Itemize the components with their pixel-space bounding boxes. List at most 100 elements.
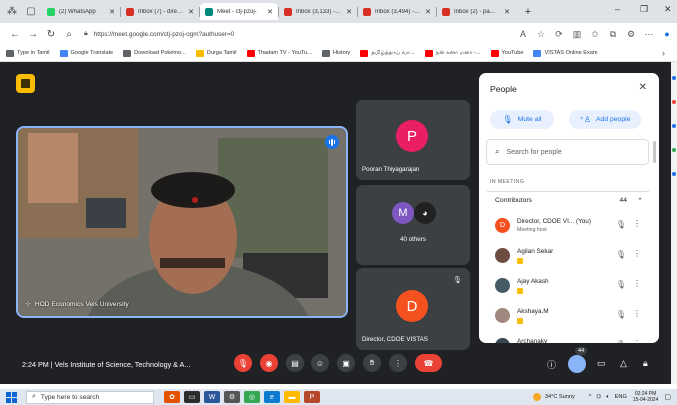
participant-row[interactable]: Archanaky 🎙︎ ⋮ <box>487 333 649 343</box>
collections-icon[interactable]: ⧉ <box>604 29 622 40</box>
notifications-icon[interactable]: ▢ <box>664 393 671 401</box>
refresh-icon[interactable]: ⟳ <box>550 29 568 40</box>
clock[interactable]: 02:24 PM 15-04-2024 <box>633 391 659 403</box>
sidebar-app-icon[interactable] <box>672 100 676 104</box>
more-options-button[interactable]: ⋮ <box>389 354 407 372</box>
bookmark-item[interactable]: Thadam TV - YouTu... <box>246 49 312 57</box>
workspaces-icon[interactable]: ▢ <box>24 5 38 19</box>
tab-close-icon[interactable]: ✕ <box>109 8 115 16</box>
bookmark-item[interactable]: Type in Tamil <box>6 49 50 57</box>
volume-icon[interactable]: 🔈︎ <box>606 394 609 401</box>
reload-icon[interactable]: ↻ <box>42 29 60 40</box>
participant-tile[interactable]: 🎙︎ D Director, CDOE VISTAS <box>356 268 470 350</box>
tab-close-icon[interactable]: ✕ <box>267 8 273 16</box>
participant-row[interactable]: Agilan Sekar 🎙︎ ⋮ <box>487 243 649 273</box>
bookmark-item[interactable]: தமிழ்த்தாய் வா... <box>360 49 415 57</box>
chrome-icon[interactable]: ◎ <box>244 391 260 403</box>
read-aloud-icon[interactable]: A <box>514 29 532 39</box>
news-app-icon[interactable]: ✿ <box>164 391 180 403</box>
search-icon[interactable]: ⌕ <box>60 29 78 40</box>
mic-off-button[interactable]: 🎙︎ <box>234 354 252 372</box>
search-people-input[interactable]: ⌕ Search for people <box>486 139 649 165</box>
forward-icon[interactable]: → <box>24 29 42 40</box>
more-options-icon[interactable]: ⋮ <box>633 309 641 318</box>
language-indicator[interactable]: ENG <box>615 394 627 400</box>
participant-row[interactable]: D Director, CDOE VI... (You) Meeting host 🎙… <box>487 213 649 243</box>
task-view-icon[interactable]: ▭ <box>184 391 200 403</box>
tab-close-icon[interactable]: ✕ <box>425 8 431 16</box>
settings-icon[interactable]: ⚙ <box>224 391 240 403</box>
minimize-icon[interactable]: – <box>615 4 620 14</box>
pin-icon[interactable]: ⊹ <box>25 300 31 308</box>
network-icon[interactable]: ⌬ <box>596 394 601 400</box>
bookmarks-overflow-icon[interactable]: › <box>662 48 665 58</box>
word-icon[interactable]: W <box>204 391 220 403</box>
tab-item[interactable]: Inbox (3,133) - pams ✕ <box>279 3 357 20</box>
bookmark-item[interactable]: நன் கனா மனா -... <box>424 49 481 57</box>
powerpoint-icon[interactable]: P <box>304 391 320 403</box>
raise-hand-button[interactable]: ✋︎ <box>363 354 381 372</box>
tab-close-icon[interactable]: ✕ <box>504 8 510 16</box>
mute-all-button[interactable]: 🎙︎ Mute all <box>490 110 554 129</box>
restore-icon[interactable]: ❐ <box>640 4 648 15</box>
tab-item[interactable]: Inbox (3,494) - drdus✕ <box>358 3 436 20</box>
more-options-icon[interactable]: ⋮ <box>633 219 641 228</box>
tab-close-icon[interactable]: ✕ <box>346 8 352 16</box>
participant-row[interactable]: Ajay Akash 🎙︎ ⋮ <box>487 273 649 303</box>
more-options-icon[interactable]: ⋮ <box>633 339 641 343</box>
new-tab-button[interactable]: + <box>521 6 535 18</box>
more-menu-icon[interactable]: ⋯ <box>640 29 658 40</box>
emoji-button[interactable]: ☺ <box>311 354 329 372</box>
url-field[interactable]: 🔒︎ https://meet.google.com/ctj-pzoj-ogm?… <box>84 26 514 42</box>
mic-off-icon[interactable]: 🎙︎ <box>616 220 626 229</box>
weather-widget[interactable]: 34°C Sunny <box>532 393 575 401</box>
copilot-icon[interactable]: ● <box>658 29 676 39</box>
chevron-up-icon[interactable]: ⌃ <box>637 197 643 205</box>
camera-off-button[interactable]: ◉ <box>260 354 278 372</box>
close-window-icon[interactable]: ✕ <box>664 4 672 15</box>
participant-tile[interactable]: P Pooran Thiyagarajan <box>356 100 470 180</box>
sidebar-app-icon[interactable] <box>672 172 676 176</box>
bookmark-item[interactable]: Download Pokémo... <box>123 49 186 57</box>
mic-off-icon[interactable]: 🎙︎ <box>616 280 626 289</box>
panel-scrollbar[interactable] <box>653 141 656 163</box>
chat-icon[interactable]: ▭ <box>597 358 606 369</box>
extensions-icon[interactable]: ⚙ <box>622 29 640 40</box>
mic-off-icon[interactable]: 🎙︎ <box>616 340 626 343</box>
end-call-button[interactable]: ☎︎ <box>415 354 442 372</box>
people-button[interactable] <box>568 355 586 373</box>
tab-actions-icon[interactable]: ⁂ <box>5 5 19 19</box>
favorite-star-icon[interactable]: ☆ <box>532 29 550 40</box>
start-button[interactable] <box>4 390 18 404</box>
host-controls-icon[interactable] <box>16 74 35 93</box>
bookmark-item[interactable]: Durga Tamil <box>195 49 237 57</box>
mic-off-icon[interactable]: 🎙︎ <box>616 310 626 319</box>
host-lock-icon[interactable]: 🔒︎ <box>643 358 648 369</box>
bookmark-item[interactable]: YouTube <box>490 49 523 57</box>
add-people-button[interactable]: ⁺♙ Add people <box>569 110 641 129</box>
sidebar-app-icon[interactable] <box>672 124 676 128</box>
favorites-icon[interactable]: ✩ <box>586 29 604 40</box>
split-screen-icon[interactable]: ▥ <box>568 29 586 40</box>
info-icon[interactable]: ⓘ <box>547 358 556 371</box>
tab-item[interactable]: (2) WhatsApp ✕ <box>42 3 120 20</box>
close-icon[interactable]: ✕ <box>639 82 647 93</box>
bookmark-item[interactable]: History <box>321 49 350 57</box>
bookmark-item[interactable]: Google Translate <box>59 49 113 57</box>
participant-row[interactable]: Akshaya.M 🎙︎ ⋮ <box>487 303 649 333</box>
taskbar-search-input[interactable]: ⌕ Type here to search <box>26 390 154 404</box>
mic-off-icon[interactable]: 🎙︎ <box>616 250 626 259</box>
file-explorer-icon[interactable]: ▬ <box>284 391 300 403</box>
bookmark-item[interactable]: VISTAS Online Exam <box>533 49 598 57</box>
tab-item[interactable]: Inbox (2) - pams197 ✕ <box>437 3 515 20</box>
others-tile[interactable]: M ◕ 40 others <box>356 185 470 265</box>
main-speaker-video[interactable]: ⊹ HOD Economics Vels University <box>16 126 348 318</box>
more-options-icon[interactable]: ⋮ <box>633 249 641 258</box>
tray-chevron-icon[interactable]: ^ <box>589 394 592 400</box>
more-options-icon[interactable]: ⋮ <box>633 279 641 288</box>
tab-close-icon[interactable]: ✕ <box>188 8 194 16</box>
activities-icon[interactable]: △ <box>620 358 627 369</box>
present-button[interactable]: ▣ <box>337 354 355 372</box>
back-icon[interactable]: ← <box>6 29 24 40</box>
sidebar-app-icon[interactable] <box>672 76 676 80</box>
